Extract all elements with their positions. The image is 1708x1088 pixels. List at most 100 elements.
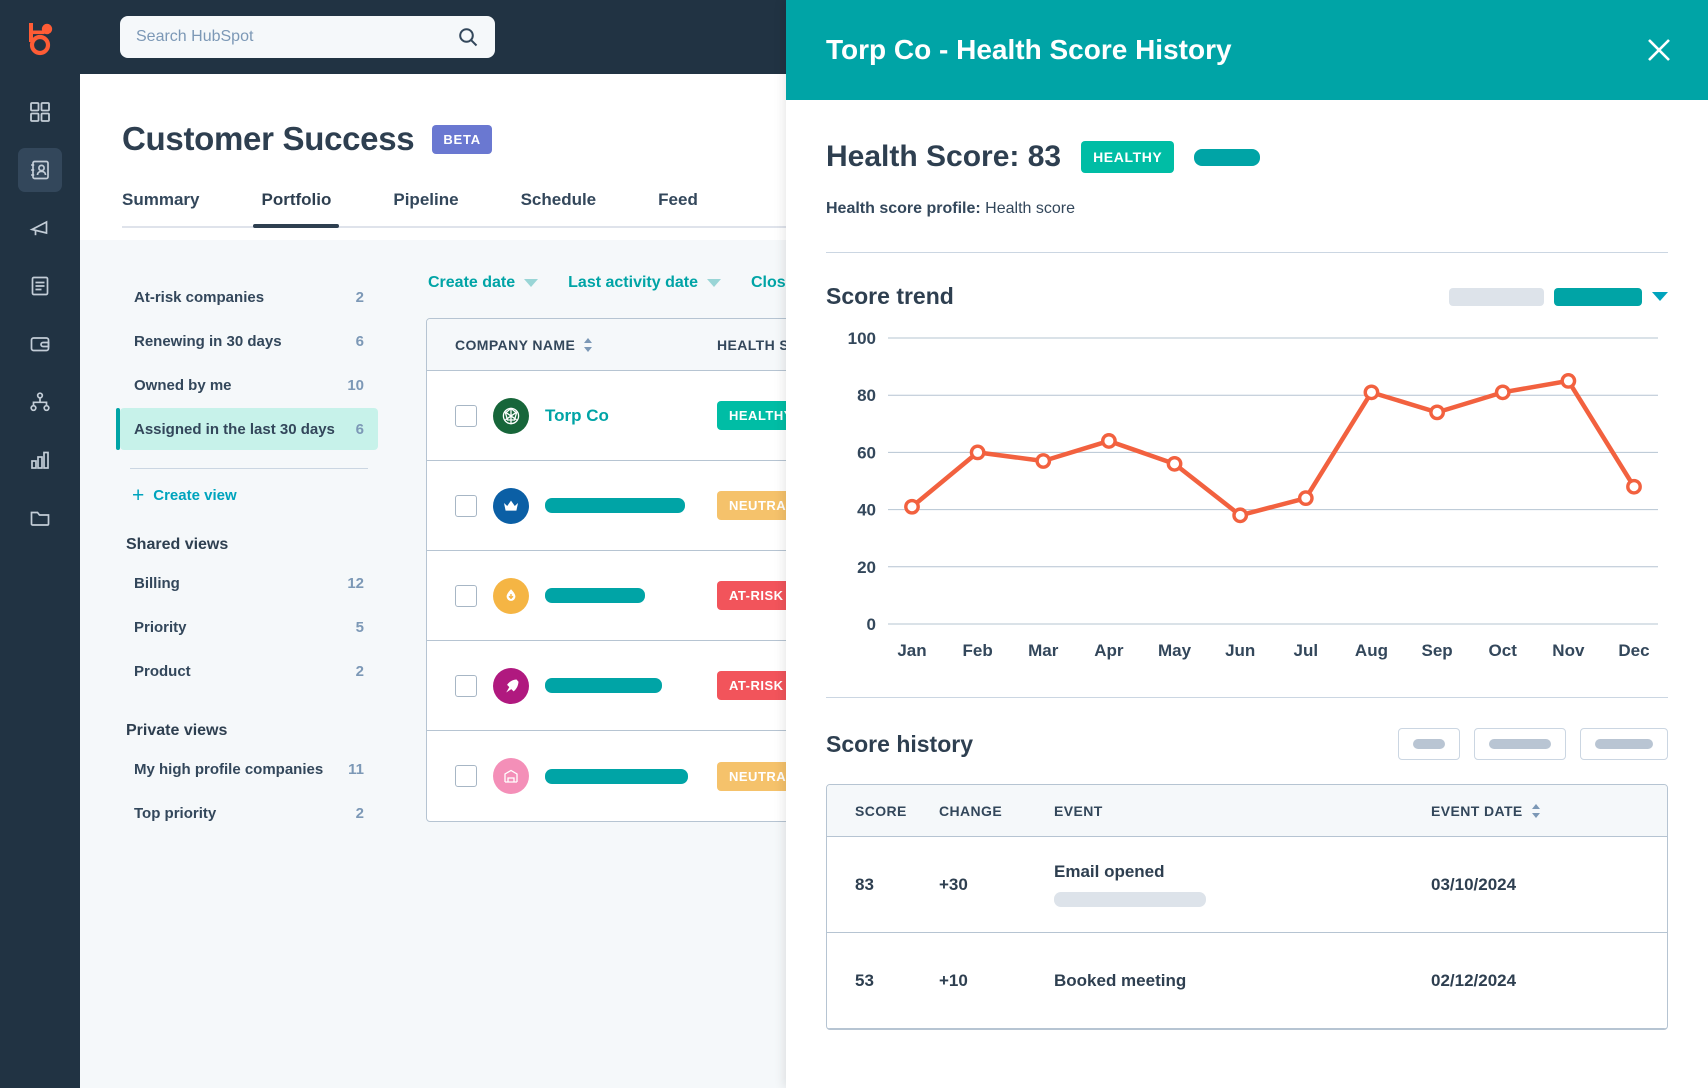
contacts-icon[interactable] <box>18 148 62 192</box>
tab-summary[interactable]: Summary <box>122 190 199 226</box>
view-count: 6 <box>355 332 364 350</box>
view-label: Owned by me <box>134 376 232 394</box>
company-name-redacted <box>545 678 662 693</box>
view-label: Assigned in the last 30 days <box>134 420 335 438</box>
row-checkbox[interactable] <box>455 765 477 787</box>
search-icon[interactable] <box>457 26 479 48</box>
score-trend-svg: 0 20 40 60 80 100 Jan Feb Mar Apr May Jun Jul Aug Sep O… <box>848 329 1658 660</box>
view-label: Priority <box>134 618 187 636</box>
column-event-date[interactable]: EVENT DATE <box>1431 803 1667 819</box>
score-trend-title: Score trend <box>826 283 954 309</box>
global-search[interactable] <box>120 16 495 58</box>
trend-range-toggle-active[interactable] <box>1554 287 1642 306</box>
svg-text:40: 40 <box>857 501 876 520</box>
score-trend-chart: 0 20 40 60 80 100 Jan Feb Mar Apr May Jun Jul Aug Sep O… <box>826 324 1668 689</box>
svg-text:Mar: Mar <box>1028 641 1059 660</box>
chevron-down-icon[interactable] <box>1652 292 1668 301</box>
svg-text:Dec: Dec <box>1618 641 1649 660</box>
rail-icon-list <box>18 90 62 540</box>
view-product[interactable]: Product 2 <box>120 650 378 692</box>
cell-change: +10 <box>939 970 968 990</box>
panel-body: Health Score: 83 HEALTHY Health score pr… <box>786 100 1708 1030</box>
event-detail-redacted <box>1054 892 1206 907</box>
svg-text:0: 0 <box>867 615 876 634</box>
automation-icon[interactable] <box>18 380 62 424</box>
svg-text:Apr: Apr <box>1094 641 1124 660</box>
trend-range-toggle-inactive[interactable] <box>1449 287 1544 306</box>
company-name-link[interactable]: Torp Co <box>545 406 609 426</box>
redacted-label <box>1413 739 1445 749</box>
view-top-priority[interactable]: Top priority 2 <box>120 792 378 834</box>
sort-icon[interactable] <box>583 337 593 352</box>
health-score-profile: Health score profile: Health score <box>826 200 1668 218</box>
company-name-redacted <box>545 768 688 784</box>
history-row[interactable]: 83 +30 Email opened 03/10/2024 <box>827 837 1667 933</box>
dashboard-icon[interactable] <box>18 90 62 134</box>
history-filter-button-3[interactable] <box>1580 728 1668 760</box>
cell-company <box>427 487 717 524</box>
reporting-bar-chart-icon[interactable] <box>18 438 62 482</box>
history-filter-button-1[interactable] <box>1398 728 1460 760</box>
column-company-name[interactable]: COMPANY NAME <box>427 337 717 353</box>
tab-pipeline[interactable]: Pipeline <box>393 190 458 226</box>
view-priority[interactable]: Priority 5 <box>120 606 378 648</box>
column-label: EVENT DATE <box>1431 802 1523 819</box>
create-view-button[interactable]: + Create view <box>120 485 378 506</box>
view-my-high-profile-companies[interactable]: My high profile companies 11 <box>120 748 378 790</box>
redacted-label <box>1489 739 1551 749</box>
content-icon[interactable] <box>18 264 62 308</box>
filter-create-date[interactable]: Create date <box>428 274 539 292</box>
view-owned-by-me[interactable]: Owned by me 10 <box>120 364 378 406</box>
status-badge: AT-RISK <box>717 671 796 700</box>
view-count: 5 <box>355 618 364 636</box>
view-at-risk-companies[interactable]: At-risk companies 2 <box>120 276 378 318</box>
view-count: 2 <box>355 288 364 306</box>
view-label: At-risk companies <box>134 288 265 306</box>
avatar <box>493 667 529 704</box>
filter-last-activity-date[interactable]: Last activity date <box>568 274 721 292</box>
view-billing[interactable]: Billing 12 <box>120 562 378 604</box>
svg-text:Nov: Nov <box>1552 641 1585 660</box>
tab-feed[interactable]: Feed <box>658 190 698 226</box>
row-checkbox[interactable] <box>455 404 477 427</box>
plus-icon: + <box>132 484 145 507</box>
row-checkbox[interactable] <box>455 674 477 697</box>
score-redacted-chip <box>1194 148 1261 166</box>
score-history-header: Score history <box>826 728 1668 760</box>
filter-label: Create date <box>428 274 516 291</box>
view-renewing-30-days[interactable]: Renewing in 30 days 6 <box>120 320 378 362</box>
sort-icon[interactable] <box>1531 803 1541 818</box>
view-count: 12 <box>347 574 364 592</box>
hubspot-logo[interactable] <box>0 0 80 74</box>
cell-company <box>427 758 717 794</box>
tab-portfolio[interactable]: Portfolio <box>253 190 340 228</box>
views-panel: At-risk companies 2 Renewing in 30 days … <box>80 240 406 1088</box>
view-assigned-last-30-days[interactable]: Assigned in the last 30 days 6 <box>116 408 378 450</box>
profile-value: Health score <box>985 200 1075 217</box>
svg-text:Jun: Jun <box>1225 641 1255 660</box>
avatar <box>493 397 529 434</box>
health-score-value: Health Score: 83 <box>826 140 1062 173</box>
tab-schedule[interactable]: Schedule <box>521 190 597 226</box>
health-status-badge: HEALTHY <box>1081 141 1175 173</box>
chevron-down-icon <box>706 279 721 287</box>
cell-event-date: 02/12/2024 <box>1431 970 1517 990</box>
close-icon[interactable] <box>1642 33 1676 67</box>
column-score: SCORE <box>855 802 907 819</box>
views-divider <box>130 468 368 469</box>
library-folder-icon[interactable] <box>18 496 62 540</box>
commerce-wallet-icon[interactable] <box>18 322 62 366</box>
cell-company <box>427 577 717 614</box>
row-checkbox[interactable] <box>455 584 477 607</box>
view-count: 11 <box>348 760 364 778</box>
row-checkbox[interactable] <box>455 494 477 517</box>
svg-text:May: May <box>1158 641 1192 660</box>
view-count: 6 <box>355 420 364 438</box>
page-title: Customer Success <box>122 120 415 157</box>
history-controls <box>1398 728 1668 760</box>
history-filter-button-2[interactable] <box>1474 728 1566 760</box>
search-input[interactable] <box>136 28 457 46</box>
history-row[interactable]: 53 +10 Booked meeting 02/12/2024 <box>827 933 1667 1029</box>
view-label: My high profile companies <box>134 760 324 778</box>
marketing-megaphone-icon[interactable] <box>18 206 62 250</box>
